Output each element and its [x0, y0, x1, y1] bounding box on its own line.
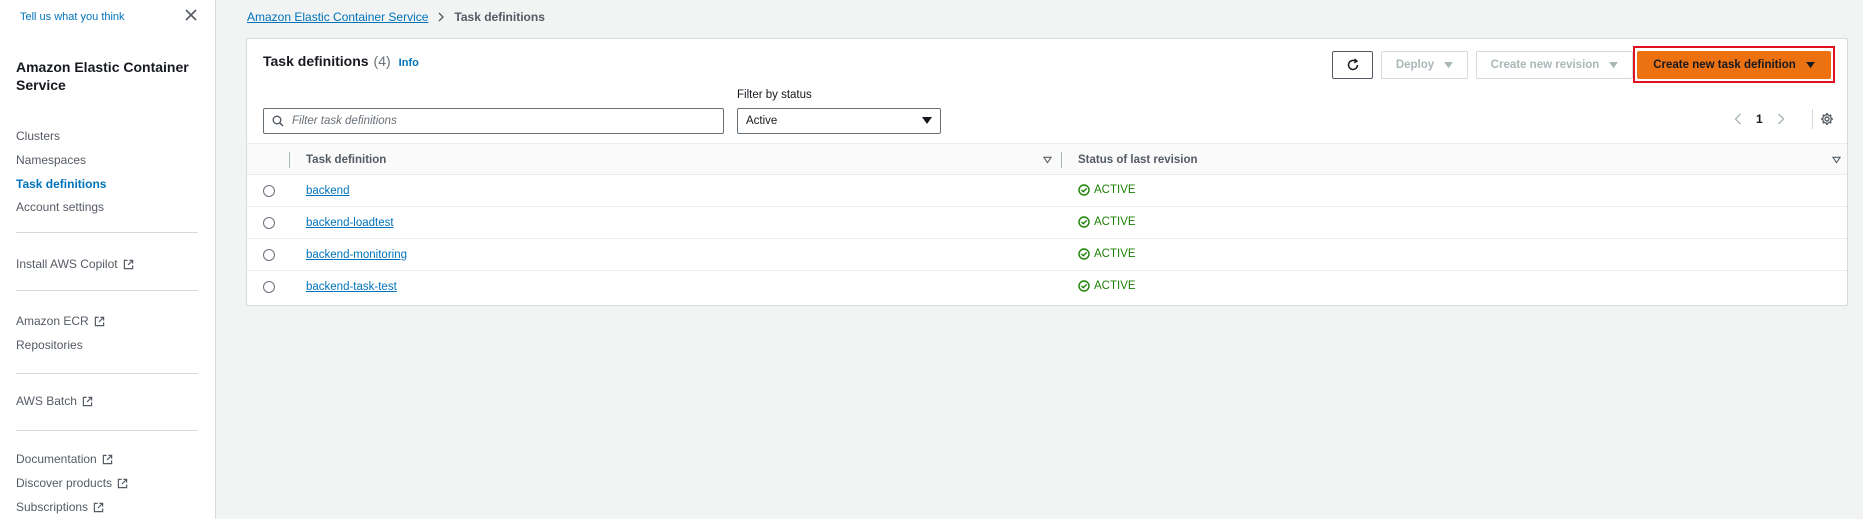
caret-down-icon: [922, 117, 932, 124]
sidebar-item-clusters[interactable]: Clusters: [16, 129, 60, 143]
sidebar-item-amazon-ecr[interactable]: Amazon ECR: [16, 314, 105, 328]
service-title[interactable]: Amazon Elastic Container Service: [16, 58, 196, 94]
external-link-icon: [93, 502, 104, 512]
table-row: backend-task-test ACTIVE: [247, 271, 1847, 303]
status-badge: ACTIVE: [1078, 216, 1136, 228]
sidebar-item-label: Install AWS Copilot: [16, 257, 118, 271]
check-circle-icon: [1078, 216, 1090, 228]
row-select-radio[interactable]: [263, 249, 275, 261]
task-definition-link[interactable]: backend: [306, 185, 349, 197]
sort-icon[interactable]: [1832, 156, 1841, 164]
refresh-button[interactable]: [1332, 51, 1373, 79]
sidebar-item-account-settings[interactable]: Account settings: [16, 200, 104, 214]
row-select-radio[interactable]: [263, 185, 275, 197]
sidebar-item-documentation[interactable]: Documentation: [16, 452, 113, 466]
row-select-radio[interactable]: [263, 281, 275, 293]
page-number[interactable]: 1: [1756, 112, 1763, 126]
sidebar-item-label: Amazon ECR: [16, 314, 89, 328]
feedback-link[interactable]: Tell us what you think: [20, 11, 125, 23]
filter-status-label: Filter by status: [737, 89, 812, 101]
sidebar-item-label: Documentation: [16, 452, 97, 466]
sidebar-item-namespaces[interactable]: Namespaces: [16, 153, 86, 167]
external-link-icon: [82, 396, 93, 406]
refresh-icon: [1347, 58, 1358, 71]
sidebar-item-aws-batch[interactable]: AWS Batch: [16, 394, 93, 408]
sort-icon[interactable]: [1043, 156, 1052, 164]
table-row: backend ACTIVE: [247, 175, 1847, 207]
status-filter-value: Active: [746, 115, 778, 127]
panel-count: (4): [373, 53, 391, 69]
status-badge: ACTIVE: [1078, 184, 1136, 196]
sidebar: Tell us what you think Amazon Elastic Co…: [0, 0, 216, 519]
sidebar-divider: [16, 290, 198, 291]
chevron-right-icon: [438, 12, 445, 22]
breadcrumb: Amazon Elastic Container Service Task de…: [247, 10, 545, 24]
sidebar-item-task-definitions[interactable]: Task definitions: [16, 177, 106, 191]
sidebar-item-label: AWS Batch: [16, 394, 77, 408]
status-text: ACTIVE: [1094, 248, 1136, 260]
column-header-status[interactable]: Status of last revision: [1078, 154, 1198, 166]
deploy-button[interactable]: Deploy: [1381, 51, 1468, 79]
search-icon: [272, 115, 284, 127]
table-row: backend-monitoring ACTIVE: [247, 239, 1847, 271]
pagination: 1: [1734, 112, 1785, 126]
status-filter-select[interactable]: Active: [737, 108, 941, 134]
panel-title: Task definitions: [263, 53, 369, 69]
column-divider: [289, 152, 290, 168]
table-header: Task definition Status of last revision: [247, 143, 1847, 175]
status-badge: ACTIVE: [1078, 280, 1136, 292]
search-input[interactable]: [292, 115, 692, 127]
external-link-icon: [117, 478, 128, 488]
column-divider[interactable]: [1061, 152, 1062, 168]
create-new-revision-button[interactable]: Create new revision: [1476, 51, 1633, 79]
task-definitions-panel: Task definitions (4) Info Deploy Create …: [246, 38, 1848, 306]
chevron-left-icon[interactable]: [1734, 113, 1742, 125]
external-link-icon: [102, 454, 112, 464]
external-link-icon: [123, 259, 133, 269]
chevron-right-icon[interactable]: [1777, 113, 1785, 125]
external-link-icon: [94, 316, 104, 326]
table-row: backend-loadtest ACTIVE: [247, 207, 1847, 239]
status-badge: ACTIVE: [1078, 248, 1136, 260]
panel-header: Task definitions (4) Info: [263, 53, 419, 69]
status-text: ACTIVE: [1094, 216, 1136, 228]
sidebar-item-install-copilot[interactable]: Install AWS Copilot: [16, 257, 134, 271]
sidebar-divider: [16, 373, 198, 374]
search-box: [263, 108, 724, 134]
check-circle-icon: [1078, 248, 1090, 260]
create-task-label: Create new task definition: [1653, 59, 1796, 71]
sidebar-divider: [16, 430, 198, 431]
close-icon[interactable]: [184, 8, 198, 22]
info-link[interactable]: Info: [399, 57, 419, 69]
sidebar-item-subscriptions[interactable]: Subscriptions: [16, 500, 104, 514]
sidebar-divider: [16, 232, 198, 233]
sidebar-item-discover-products[interactable]: Discover products: [16, 476, 128, 490]
sidebar-item-repositories[interactable]: Repositories: [16, 338, 83, 352]
status-text: ACTIVE: [1094, 184, 1136, 196]
check-circle-icon: [1078, 184, 1090, 196]
column-header-task-definition[interactable]: Task definition: [306, 154, 386, 166]
gear-icon[interactable]: [1820, 112, 1834, 126]
create-revision-label: Create new revision: [1490, 59, 1600, 71]
pager-divider: [1812, 109, 1813, 129]
create-new-task-definition-button[interactable]: Create new task definition: [1637, 51, 1831, 79]
deploy-label: Deploy: [1395, 59, 1435, 71]
sidebar-item-label: Subscriptions: [16, 500, 89, 514]
task-definition-link[interactable]: backend-monitoring: [306, 249, 407, 261]
task-definition-link[interactable]: backend-task-test: [306, 281, 397, 293]
breadcrumb-link-ecs[interactable]: Amazon Elastic Container Service: [247, 10, 428, 24]
sidebar-item-label: Discover products: [16, 476, 113, 490]
caret-down-icon: [1805, 61, 1815, 68]
task-definition-link[interactable]: backend-loadtest: [306, 217, 394, 229]
status-text: ACTIVE: [1094, 280, 1136, 292]
breadcrumb-current: Task definitions: [454, 10, 545, 24]
caret-down-icon: [1444, 61, 1454, 68]
check-circle-icon: [1078, 280, 1090, 292]
caret-down-icon: [1609, 61, 1619, 68]
row-select-radio[interactable]: [263, 217, 275, 229]
